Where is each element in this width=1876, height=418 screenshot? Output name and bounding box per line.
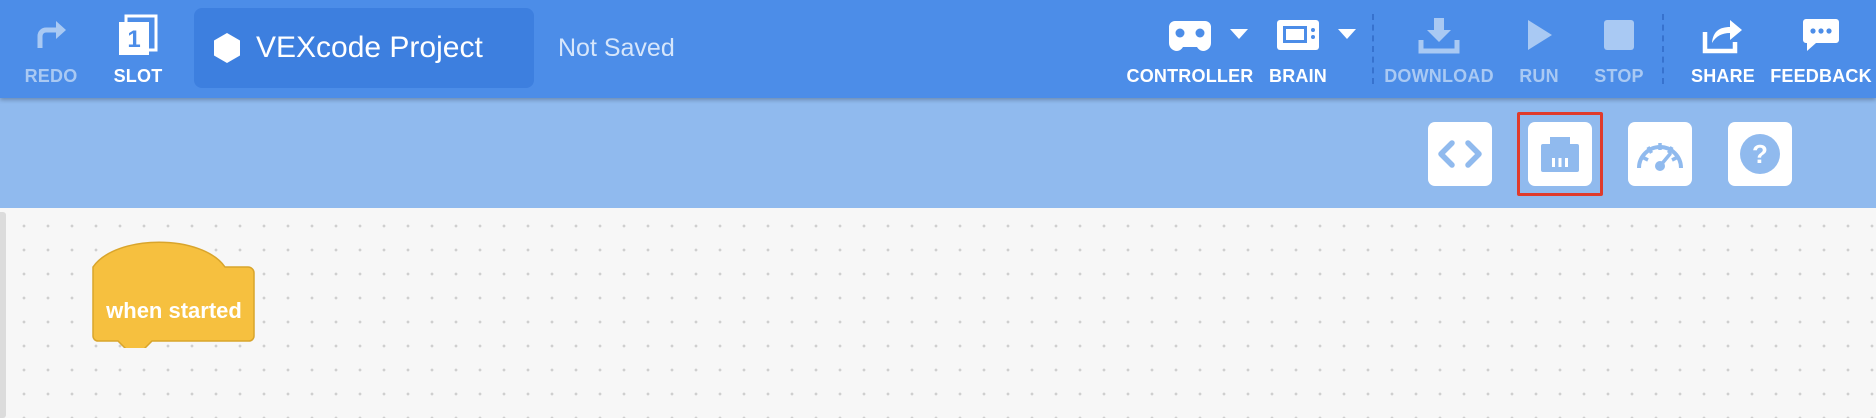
feedback-icon [1802, 14, 1840, 56]
project-name: VEXcode Project [256, 31, 483, 64]
feedback-label: FEEDBACK [1770, 66, 1872, 86]
stop-icon [1602, 14, 1636, 56]
dashboard-button[interactable] [1628, 122, 1692, 186]
share-button[interactable]: SHARE [1691, 0, 1756, 98]
download-button[interactable]: DOWNLOAD [1384, 0, 1494, 98]
devices-button[interactable] [1528, 122, 1592, 186]
controller-dropdown-icon[interactable] [1230, 29, 1248, 39]
share-label: SHARE [1691, 66, 1756, 86]
redo-label: REDO [24, 66, 78, 86]
separator [1372, 14, 1374, 84]
when-started-block[interactable]: when started [92, 240, 256, 348]
brain-dropdown-icon[interactable] [1338, 29, 1356, 39]
redo-icon [32, 14, 70, 56]
feedback-button[interactable]: FEEDBACK [1770, 0, 1872, 98]
devices-icon [1541, 137, 1579, 172]
share-icon [1702, 14, 1744, 56]
run-label: RUN [1519, 66, 1559, 86]
slot-icon: 1 [116, 14, 160, 56]
brain-button[interactable]: BRAIN [1266, 0, 1330, 98]
help-button[interactable]: ? [1728, 122, 1792, 186]
code-view-icon [1438, 140, 1482, 168]
dashboard-icon [1637, 143, 1683, 171]
slot-number: 1 [127, 26, 140, 53]
save-status: Not Saved [558, 34, 675, 62]
stop-label: STOP [1594, 66, 1644, 86]
hexagon-icon [214, 33, 240, 63]
controller-label: CONTROLLER [1126, 66, 1254, 86]
brain-label: BRAIN [1269, 66, 1327, 86]
redo-button[interactable]: REDO [22, 0, 80, 98]
block-label: when started [106, 298, 242, 323]
download-label: DOWNLOAD [1384, 66, 1494, 86]
help-glyph: ? [1752, 139, 1768, 169]
slot-button[interactable]: 1 SLOT [110, 0, 166, 98]
controller-button[interactable]: CONTROLLER [1126, 0, 1254, 98]
hat-block-shape [92, 241, 255, 348]
stop-button[interactable]: STOP [1594, 0, 1644, 98]
brain-icon [1274, 14, 1322, 56]
project-name-field[interactable]: VEXcode Project [194, 8, 534, 88]
download-icon [1418, 14, 1460, 56]
run-icon [1523, 14, 1555, 56]
controller-icon [1167, 14, 1213, 56]
code-view-button[interactable] [1428, 122, 1492, 186]
run-button[interactable]: RUN [1518, 0, 1560, 98]
separator [1662, 14, 1664, 84]
top-menu-bar: REDO 1 SLOT VEXcode Project Not Saved CO… [0, 0, 1876, 98]
blocks-workspace[interactable]: when started [0, 208, 1876, 418]
help-icon: ? [1740, 134, 1780, 174]
view-toolbar: ? [0, 98, 1876, 208]
workspace-edge [0, 212, 6, 418]
slot-label: SLOT [113, 66, 163, 86]
